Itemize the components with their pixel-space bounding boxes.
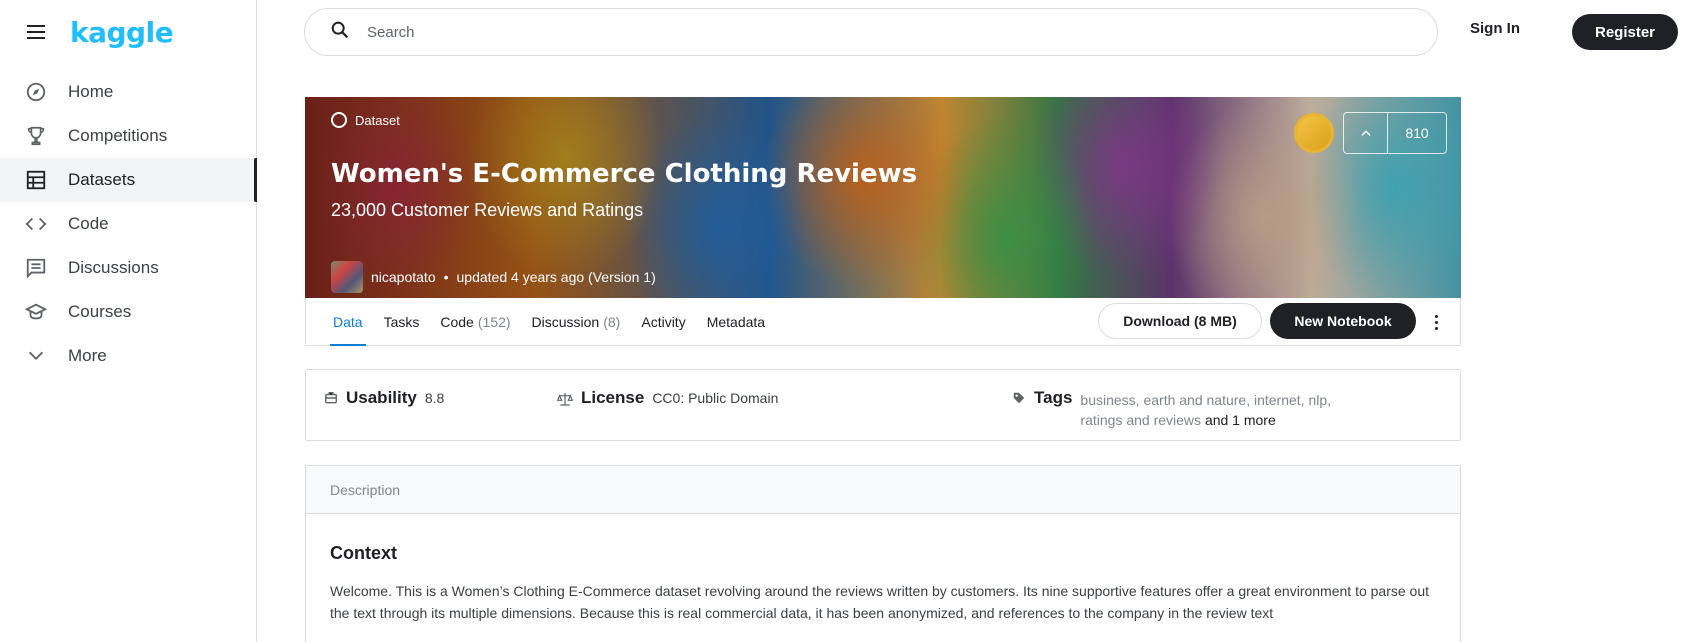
tab-activity[interactable]: Activity (641, 298, 685, 346)
tab-label: Metadata (706, 313, 766, 330)
sidebar-item-competitions[interactable]: Competitions (0, 114, 256, 158)
upvote-button[interactable] (1344, 113, 1388, 153)
sidebar-item-courses[interactable]: Courses (0, 290, 256, 334)
updated-text: updated 4 years ago (Version 1) (456, 269, 656, 285)
sidebar-item-code[interactable]: Code (0, 202, 256, 246)
compass-icon (24, 80, 48, 104)
tab-count: (8) (603, 313, 621, 330)
sidebar: kaggle Home Competitions Datasets Code D… (0, 0, 257, 642)
dataset-banner: Dataset Women's E-Commerce Clothing Revi… (305, 97, 1461, 298)
upvote-control: 810 (1343, 112, 1447, 154)
table-icon (24, 168, 48, 192)
page-title: Women's E-Commerce Clothing Reviews (331, 159, 918, 189)
tags-section: Tags business, earth and nature, interne… (1012, 388, 1370, 430)
code-icon (24, 212, 48, 236)
sidebar-item-home[interactable]: Home (0, 70, 256, 114)
tab-bar: Data Tasks Code (152) Discussion (8) Activ… (305, 298, 1461, 346)
tags-label: Tags (1034, 388, 1073, 407)
sidebar-item-label: Competitions (68, 126, 168, 145)
dataset-badge: Dataset (331, 112, 400, 128)
dataset-badge-label: Dataset (355, 112, 400, 128)
tags-line[interactable]: ratings and reviews (1080, 412, 1201, 428)
trophy-icon (24, 124, 48, 148)
author-row: nicapotato • updated 4 years ago (Versio… (331, 261, 656, 293)
description-card: Description Context Welcome. This is a W… (305, 465, 1461, 642)
tag-icon (1012, 391, 1026, 410)
tab-tasks[interactable]: Tasks (384, 298, 420, 346)
sidebar-header: kaggle (0, 0, 256, 64)
sidebar-item-label: Courses (68, 302, 132, 321)
sidebar-item-datasets[interactable]: Datasets (0, 158, 257, 202)
sidebar-item-label: Discussions (68, 258, 159, 277)
sidebar-nav: Home Competitions Datasets Code Discussi… (0, 70, 257, 378)
tab-label: Discussion (531, 313, 600, 330)
tab-count: (152) (477, 313, 511, 330)
search-input[interactable]: Search (304, 8, 1438, 56)
chevron-up-icon (1360, 130, 1371, 136)
tab-label: Tasks (383, 313, 420, 330)
school-icon (24, 300, 48, 324)
tags-more-link[interactable]: and 1 more (1205, 412, 1276, 428)
sidebar-item-more[interactable]: More (0, 334, 256, 378)
sign-in-button[interactable]: Sign In (1470, 20, 1520, 37)
usability-value: 8.8 (424, 390, 445, 406)
more-options-icon[interactable] (1426, 310, 1446, 334)
sidebar-item-label: Datasets (68, 170, 136, 189)
tags-line[interactable]: business, earth and nature, internet, nl… (1080, 390, 1370, 410)
usability-section: Usability 8.8 (324, 388, 444, 410)
register-button[interactable]: Register (1572, 14, 1678, 50)
search-icon (329, 19, 351, 46)
sidebar-item-label: Home (68, 82, 114, 101)
tab-code[interactable]: Code (152) (440, 298, 510, 346)
avatar[interactable] (331, 261, 363, 293)
kaggle-logo[interactable]: kaggle (70, 16, 174, 49)
tags-list: business, earth and nature, internet, nl… (1080, 390, 1370, 430)
page-subtitle: 23,000 Customer Reviews and Ratings (331, 200, 644, 220)
search-placeholder: Search (367, 23, 415, 41)
tab-label: Activity (641, 313, 686, 330)
dataset-icon (331, 112, 347, 128)
comment-icon (24, 256, 48, 280)
usability-icon (324, 391, 338, 410)
license-section: License CC0: Public Domain (556, 388, 778, 412)
description-header: Description (306, 466, 1460, 514)
download-button[interactable]: Download (8 MB) (1098, 303, 1262, 339)
chevron-down-icon (24, 344, 48, 368)
tab-label: Data (333, 313, 363, 330)
description-body: Welcome. This is a Women’s Clothing E-Co… (330, 583, 1429, 621)
tab-label: Code (440, 313, 474, 330)
sidebar-item-label: More (68, 346, 107, 365)
dataset-meta-card: Usability 8.8 License CC0: Public Domain… (305, 369, 1461, 441)
description-heading: Context (330, 543, 397, 563)
scale-icon (556, 391, 574, 412)
author-link[interactable]: nicapotato (371, 269, 436, 285)
sidebar-item-discussions[interactable]: Discussions (0, 246, 256, 290)
sidebar-item-label: Code (68, 214, 109, 233)
usability-label: Usability (346, 388, 417, 407)
vote-count: 810 (1405, 125, 1429, 141)
license-label: License (581, 388, 645, 407)
gold-medal-icon (1294, 113, 1334, 153)
menu-icon[interactable] (24, 20, 48, 44)
separator-dot: • (443, 269, 449, 285)
tab-data[interactable]: Data (330, 298, 366, 346)
tab-metadata[interactable]: Metadata (707, 298, 765, 346)
license-value[interactable]: CC0: Public Domain (652, 390, 778, 406)
new-notebook-button[interactable]: New Notebook (1270, 303, 1416, 339)
tab-discussion[interactable]: Discussion (8) (532, 298, 621, 346)
